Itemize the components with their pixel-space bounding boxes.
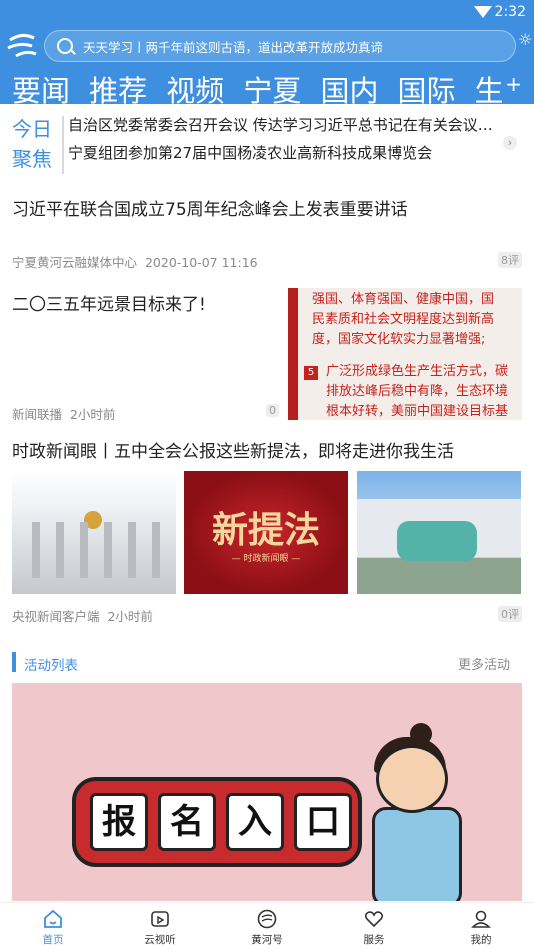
tab-guoji[interactable]: 国际: [398, 70, 456, 104]
tab-yaowen[interactable]: 要闻: [12, 70, 70, 104]
signup-sign: 报 名 入 口: [72, 777, 362, 867]
news-title-2[interactable]: 二〇三五年远景目标来了!: [12, 290, 206, 315]
home-icon: [44, 909, 62, 928]
cartoon-character: [352, 723, 472, 901]
tab-guonei[interactable]: 国内: [320, 70, 378, 104]
app-logo-icon[interactable]: [6, 30, 38, 60]
search-icon: [57, 38, 73, 54]
news-thumbnail-2[interactable]: 强国、体育强国、健康中国，国 民素质和社会文明程度达到新高 度，国家文化软实力显…: [288, 288, 522, 420]
focus-label: 今日 聚焦: [12, 117, 52, 171]
focus-headline-1[interactable]: 自治区党委常委会召开会议 传达学习习近平总书记在有关会议…: [68, 114, 493, 136]
news-image-expo[interactable]: [357, 471, 521, 594]
tab-ningxia[interactable]: 宁夏: [243, 70, 301, 104]
search-bar[interactable]: 天天学习丨两千年前这则古语，道出改革开放成功真谛: [44, 30, 516, 62]
today-focus: 今日 聚焦 自治区党委常委会召开会议 传达学习习近平总书记在有关会议… 宁夏组团…: [0, 110, 534, 182]
wifi-icon: [474, 6, 492, 18]
tab-sheng[interactable]: 生: [475, 70, 502, 104]
news-image-great-hall[interactable]: [12, 471, 176, 594]
app-header: 2:32 天天学习丨两千年前这则古语，道出改革开放成功真谛 ☼ 要闻 推荐 视频…: [0, 0, 534, 104]
tab-tuijian[interactable]: 推荐: [89, 70, 147, 104]
focus-headline-2[interactable]: 宁夏组团参加第27届中国杨凌农业高新科技成果博览会: [68, 142, 432, 164]
section-accent-bar: [12, 652, 16, 672]
comment-count-2: 0: [266, 404, 279, 417]
more-activities-link[interactable]: 更多活动: [458, 654, 510, 673]
item-number-badge: 5: [304, 366, 318, 380]
search-hot-text: 天天学习丨两千年前这则古语，道出改革开放成功真谛: [83, 40, 384, 55]
news-source-3: 央视新闻客户端 2小时前: [12, 609, 153, 624]
heart-icon: [364, 911, 384, 928]
user-icon: [471, 910, 491, 928]
chevron-right-icon[interactable]: ›: [503, 136, 517, 150]
status-time: 2:32: [494, 4, 526, 20]
comment-count-3: 0评: [498, 606, 522, 622]
tv-icon: [151, 911, 169, 927]
activity-banner[interactable]: 报 名 入 口: [12, 683, 522, 901]
weather-sun-icon[interactable]: ☼: [518, 30, 532, 49]
add-channel-button[interactable]: +: [505, 72, 522, 96]
cloud-logo-icon: [257, 909, 277, 929]
divider: [62, 116, 64, 174]
news-title-1[interactable]: 习近平在联合国成立75周年纪念峰会上发表重要讲话: [12, 198, 408, 222]
news-title-3[interactable]: 时政新闻眼丨五中全会公报这些新提法，即将走进你我生活: [12, 440, 454, 464]
comment-count-1: 8评: [498, 252, 522, 268]
news-image-new-terms[interactable]: 新提法 — 时政新闻眼 —: [184, 471, 348, 594]
news-source-1: 宁夏黄河云融媒体中心 2020-10-07 11:16: [12, 255, 258, 270]
thumb-edge: [288, 288, 298, 420]
section-title: 活动列表: [24, 658, 78, 674]
bottom-nav: 首页 云视听 黄河号 服务 我的: [0, 902, 534, 950]
channel-tabs: 要闻 推荐 视频 宁夏 国内 国际 生: [12, 70, 502, 104]
news-source-2: 新闻联播 2小时前: [12, 407, 116, 422]
tab-shipin[interactable]: 视频: [166, 70, 224, 104]
